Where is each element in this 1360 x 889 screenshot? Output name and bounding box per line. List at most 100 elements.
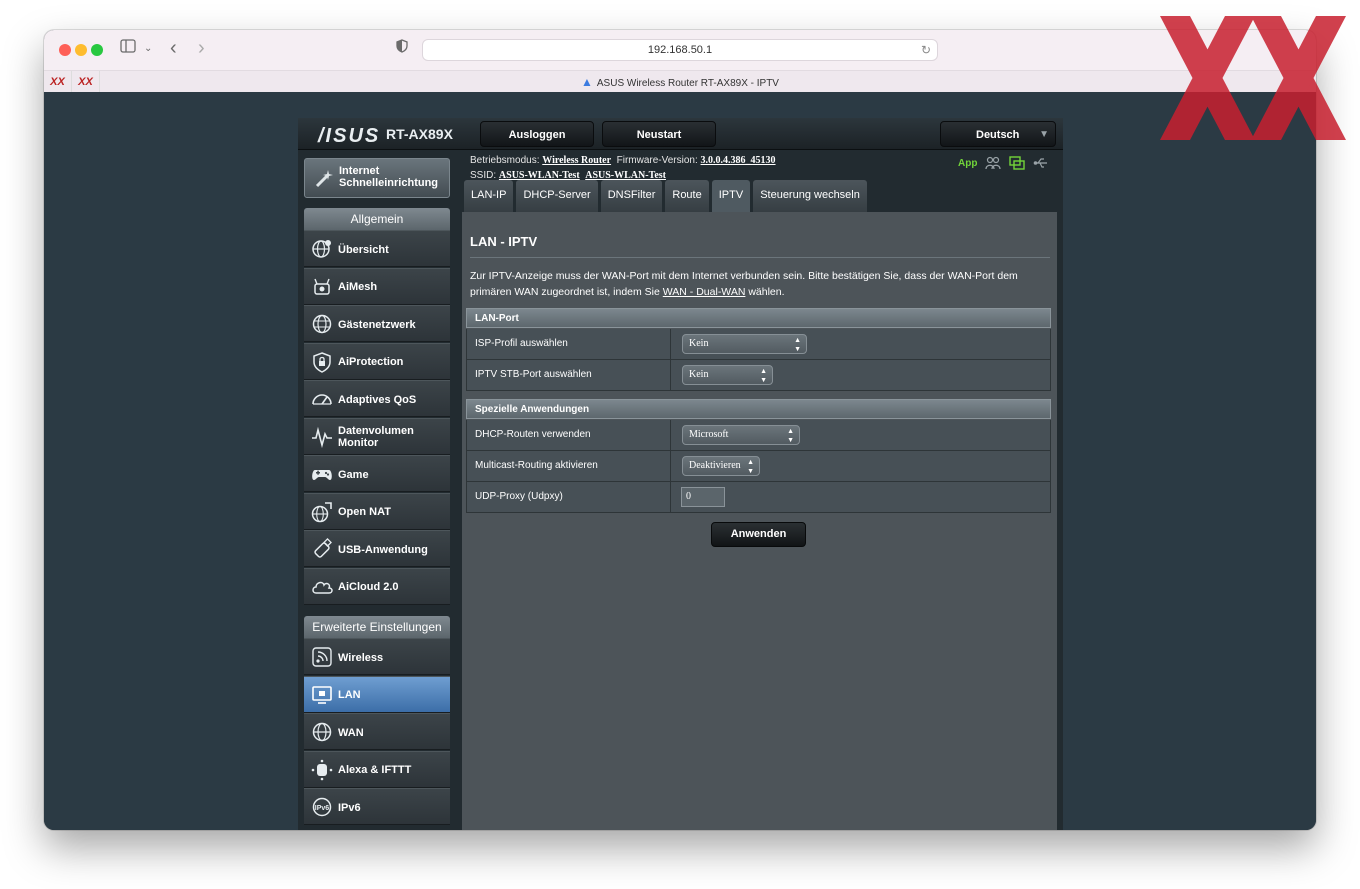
mode-value-link[interactable]: Wireless Router: [542, 155, 611, 166]
sidebar-item-wireless[interactable]: Wireless: [304, 638, 450, 675]
sidebar-item-wan[interactable]: WAN: [304, 713, 450, 750]
udp-proxy-input[interactable]: 0: [681, 487, 725, 507]
sidebar-item-label: AiProtection: [338, 356, 404, 368]
cloud-icon: [312, 581, 333, 594]
sidebar-item-overview[interactable]: Übersicht: [304, 230, 450, 267]
stb-port-select[interactable]: Kein ▲ ▼: [682, 365, 773, 385]
sidebar-item-traffic-monitor[interactable]: Datenvolumen Monitor: [304, 417, 450, 455]
sidebar-item-game[interactable]: Game: [304, 455, 450, 492]
sidebar-item-label: AiMesh: [338, 281, 378, 293]
sidebar-item-adaptive-qos[interactable]: Adaptives QoS: [304, 380, 450, 417]
sidebar-item-alexa-ifttt[interactable]: Alexa & IFTTT: [304, 750, 450, 788]
stb-port-label: IPTV STB-Port auswählen: [475, 360, 671, 390]
shield-lock-icon: [313, 351, 331, 373]
firmware-value-link[interactable]: 3.0.0.4.386_45130: [701, 155, 776, 166]
page-title: LAN - IPTV: [470, 234, 538, 249]
stb-port-row: IPTV STB-Port auswählen Kein ▲ ▼: [466, 360, 1051, 391]
quick-internet-setup-button[interactable]: Internet Schnelleinrichtung: [304, 158, 450, 198]
aimesh-router-icon: [314, 278, 330, 295]
browser-titlebar: ⌄ ‹ › 192.168.50.1 ↻: [44, 30, 1316, 70]
isp-profile-value: Kein: [689, 338, 709, 349]
close-window-button[interactable]: [59, 44, 71, 56]
advanced-section-header: Erweiterte Einstellungen: [304, 616, 450, 638]
description-text-end: wählen.: [745, 286, 785, 298]
sidebar-item-ipv6[interactable]: IPv6 IPv6: [304, 788, 450, 825]
udp-proxy-value-cell: 0: [679, 482, 1049, 512]
sidebar-item-open-nat[interactable]: Open NAT: [304, 492, 450, 530]
browser-tabbar: ▲ ASUS Wireless Router RT-AX89X - IPTV XX…: [44, 70, 1316, 93]
wan-globe-icon: [312, 722, 332, 742]
address-bar[interactable]: 192.168.50.1 ↻: [422, 39, 938, 61]
network-status-icon[interactable]: [1009, 156, 1026, 170]
sidebar-item-label: LAN: [338, 689, 361, 701]
sidebar-item-label: Open NAT: [338, 506, 391, 518]
sidebar-item-label: USB-Anwendung: [338, 543, 428, 556]
tab-dnsfilter[interactable]: DNSFilter: [600, 180, 663, 212]
title-divider: [470, 257, 1050, 258]
iptv-content-panel: LAN - IPTV Zur IPTV-Anzeige muss der WAN…: [462, 212, 1057, 830]
reload-icon[interactable]: ↻: [921, 40, 931, 60]
isp-profile-value-cell: Kein ▲ ▼: [679, 329, 1049, 359]
isp-profile-select[interactable]: Kein ▲ ▼: [682, 334, 807, 354]
iptv-description: Zur IPTV-Anzeige muss der WAN-Port mit d…: [470, 268, 1050, 300]
open-nat-globe-icon: [311, 501, 332, 522]
back-arrow-icon[interactable]: ‹: [170, 38, 177, 58]
chevron-down-icon[interactable]: ⌄: [144, 39, 152, 59]
active-browser-tab[interactable]: ▲ ASUS Wireless Router RT-AX89X - IPTV: [44, 71, 1316, 93]
sidebar-item-aiprotection[interactable]: AiProtection: [304, 342, 450, 380]
sidebar-item-label: AiCloud 2.0: [338, 581, 399, 593]
sidebar-item-guest-network[interactable]: Gästenetzwerk: [304, 305, 450, 342]
language-select[interactable]: Deutsch ▼: [940, 121, 1056, 147]
pinned-tab-2[interactable]: XX: [72, 71, 100, 93]
special-applications-section-header: Spezielle Anwendungen: [466, 399, 1051, 419]
dhcp-routes-row: DHCP-Routen verwenden Microsoft ▲ ▼: [466, 420, 1051, 451]
guest-globe-icon: [312, 314, 332, 334]
sidebar-toggle-icon[interactable]: [120, 39, 136, 59]
clients-icon[interactable]: [985, 156, 1002, 170]
isp-profile-row: ISP-Profil auswählen Kein ▲ ▼: [466, 329, 1051, 360]
stb-port-value-cell: Kein ▲ ▼: [679, 360, 1049, 390]
updown-arrows-icon: ▲ ▼: [760, 367, 767, 384]
sidebar-item-label: Game: [338, 468, 369, 481]
svg-text:IPv6: IPv6: [315, 805, 330, 812]
pinned-tab-1[interactable]: XX: [44, 71, 72, 93]
status-icons: App: [958, 155, 1049, 171]
dhcp-routes-label: DHCP-Routen verwenden: [475, 420, 671, 450]
forward-arrow-icon[interactable]: ›: [198, 38, 205, 58]
router-page: /ISUS RT-AX89X Ausloggen Neustart Deutsc…: [44, 92, 1316, 830]
sidebar-item-label: IPv6: [338, 801, 361, 814]
maximize-window-button[interactable]: [91, 44, 103, 56]
restart-button[interactable]: Neustart: [602, 121, 716, 147]
wan-dual-wan-link[interactable]: WAN - Dual-WAN: [663, 286, 746, 298]
app-link[interactable]: App: [958, 158, 977, 169]
model-name: RT-AX89X: [386, 126, 453, 142]
tab-switch-control[interactable]: Steuerung wechseln: [753, 180, 867, 212]
status-info: Betriebsmodus: Wireless Router Firmware-…: [470, 153, 776, 183]
dhcp-routes-value: Microsoft: [689, 429, 729, 440]
usb-status-icon[interactable]: [1033, 156, 1049, 170]
xx-watermark-logo: [1160, 16, 1346, 140]
sidebar-item-aimesh[interactable]: AiMesh: [304, 267, 450, 305]
multicast-routing-value-cell: Deaktivieren ▲ ▼: [679, 451, 1049, 481]
logout-button[interactable]: Ausloggen: [480, 121, 594, 147]
dhcp-routes-select[interactable]: Microsoft ▲ ▼: [682, 425, 800, 445]
tab-dhcp-server[interactable]: DHCP-Server: [516, 180, 598, 212]
language-value: Deutsch: [976, 129, 1020, 141]
tab-iptv[interactable]: IPTV: [711, 180, 751, 212]
multicast-routing-select[interactable]: Deaktivieren ▲ ▼: [682, 456, 760, 476]
router-ui: /ISUS RT-AX89X Ausloggen Neustart Deutsc…: [298, 118, 1063, 830]
lan-monitor-icon: [312, 685, 332, 704]
dropdown-arrow-icon: ▼: [1039, 129, 1049, 140]
sidebar-item-usb-application[interactable]: USB-Anwendung: [304, 530, 450, 567]
sidebar-item-lan[interactable]: LAN: [304, 675, 450, 713]
sidebar-item-aicloud[interactable]: AiCloud 2.0: [304, 567, 450, 605]
tab-route[interactable]: Route: [665, 180, 709, 212]
browser-window: ⌄ ‹ › 192.168.50.1 ↻ ▲ ASUS Wireless Rout…: [44, 30, 1316, 830]
wifi-icon: [312, 647, 332, 667]
usb-icon: [314, 538, 332, 558]
apply-button[interactable]: Anwenden: [711, 522, 806, 547]
minimize-window-button[interactable]: [75, 44, 87, 56]
tab-lan-ip[interactable]: LAN-IP: [464, 180, 514, 212]
privacy-shield-icon[interactable]: [396, 39, 408, 59]
updown-arrows-icon: ▲ ▼: [747, 458, 754, 475]
